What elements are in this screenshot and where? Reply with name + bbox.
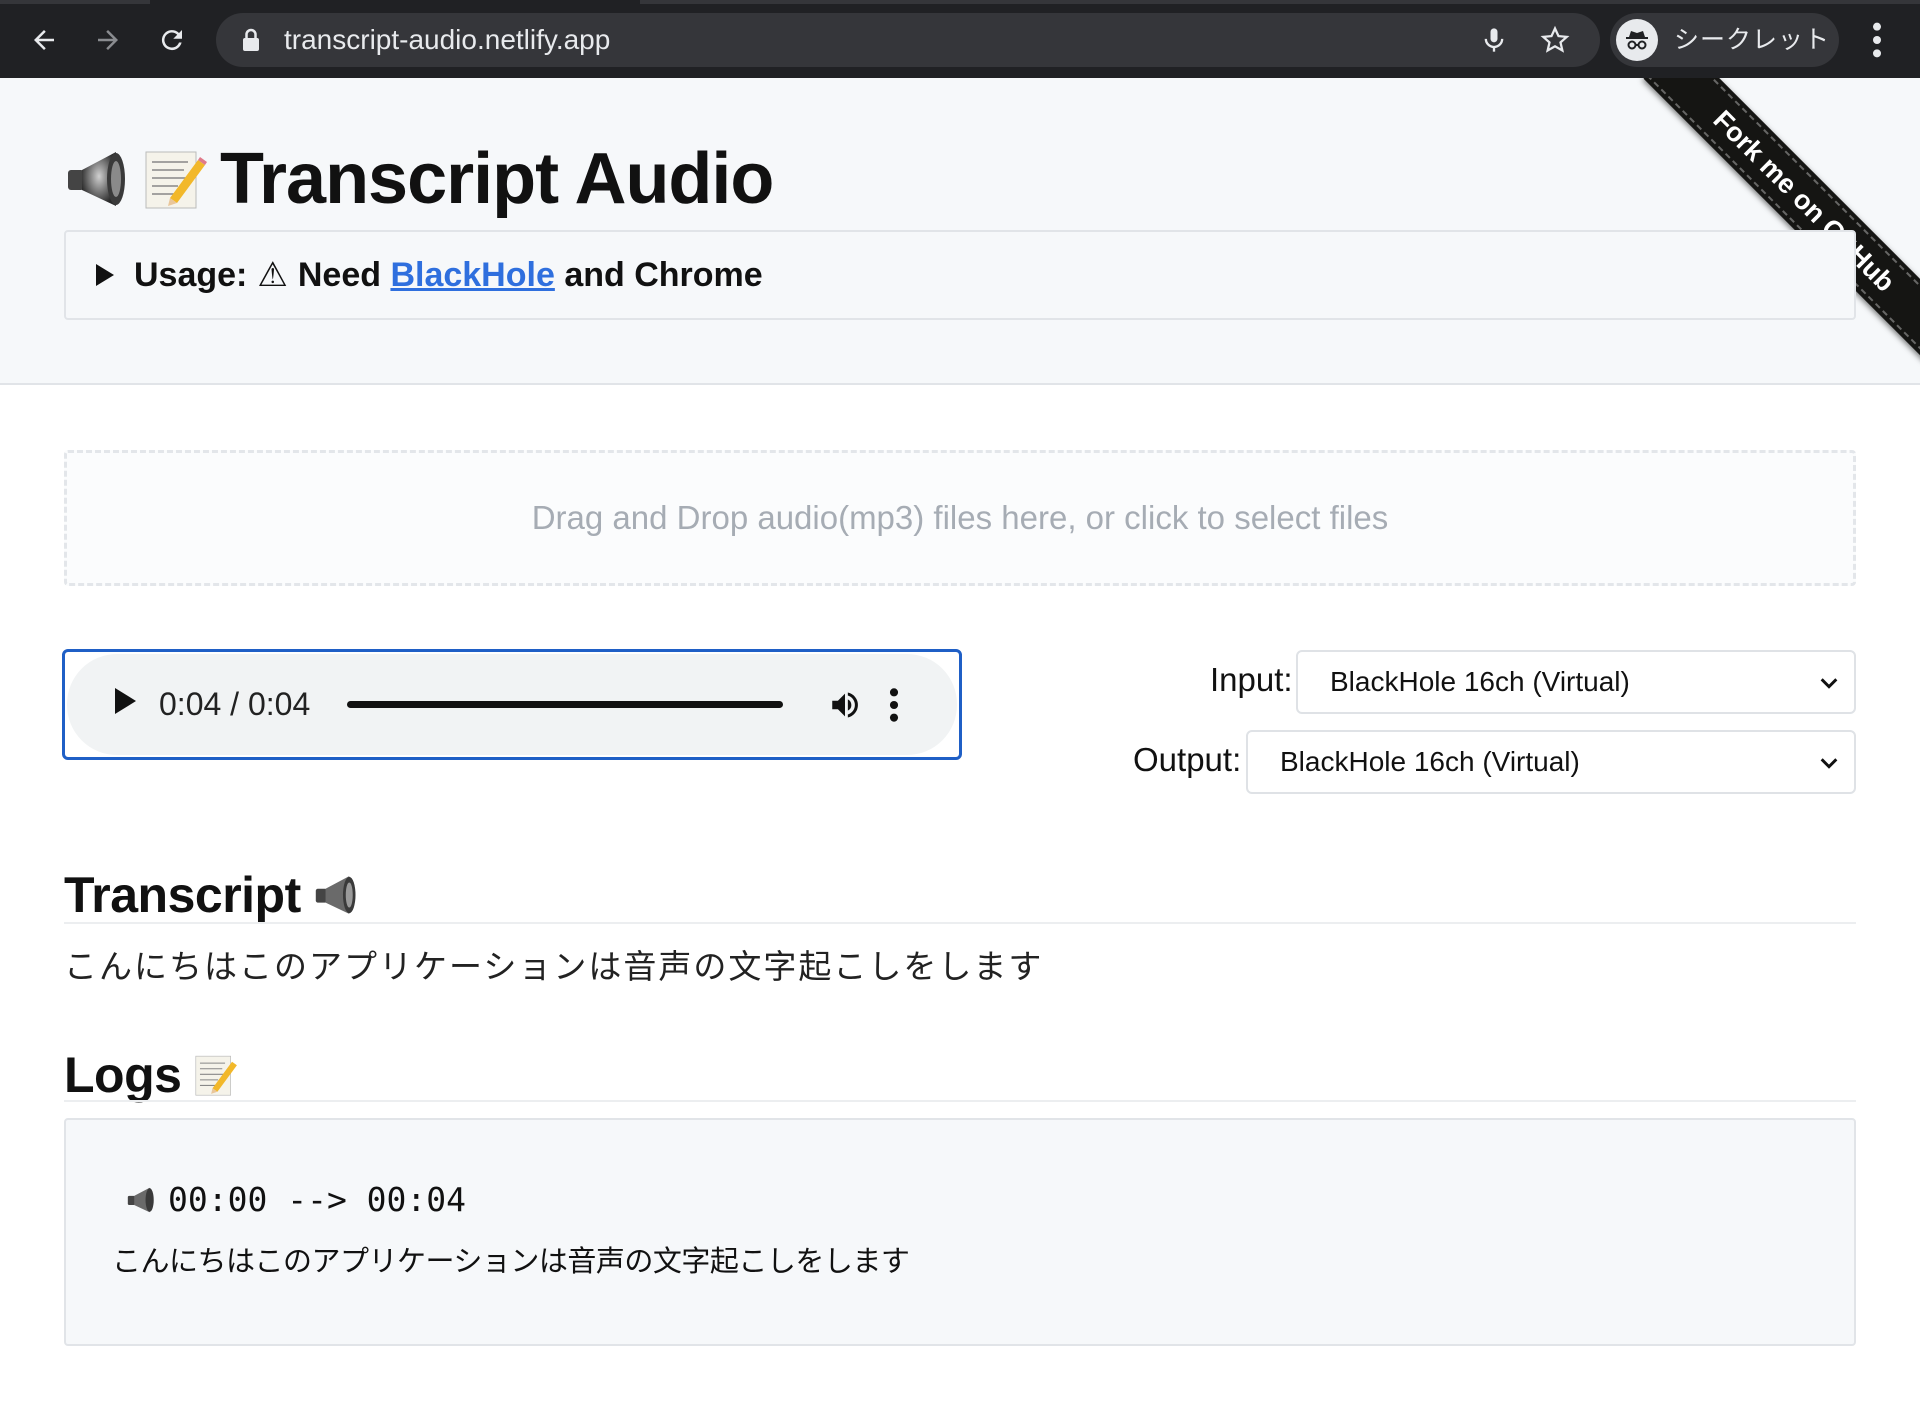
speaker-icon [127, 1187, 154, 1212]
star-icon[interactable] [1540, 25, 1570, 55]
back-button[interactable] [22, 18, 66, 62]
usage-need: Need [297, 255, 381, 294]
page-title-text: Transcript Audio [220, 139, 774, 219]
lock-icon [243, 28, 259, 51]
log-entry-time: 00:00 --> 00:04 [168, 1180, 467, 1219]
warning-icon: ⚠ [257, 256, 288, 294]
input-device-value: BlackHole 16ch (Virtual) [1330, 666, 1630, 697]
input-label: Input: [1210, 661, 1293, 698]
chevron-down-icon [1820, 678, 1838, 689]
dropzone-text: Drag and Drop audio(mp3) files here, or … [531, 499, 1389, 536]
usage-suffix: and Chrome [564, 255, 763, 294]
forward-arrow-icon [98, 30, 118, 50]
input-device-select[interactable]: BlackHole 16ch (Virtual) [1296, 650, 1856, 714]
speaker-icon [315, 876, 356, 914]
output-label: Output: [1133, 741, 1242, 778]
usage-details[interactable]: Usage: ⚠ Need BlackHole and Chrome [64, 230, 1856, 320]
output-device-select[interactable]: BlackHole 16ch (Virtual) [1246, 730, 1856, 794]
logs-heading: Logs [64, 1042, 239, 1108]
page-title: Transcript Audio [64, 134, 774, 224]
incognito-label: シークレット [1674, 25, 1831, 54]
forward-button[interactable] [86, 18, 130, 62]
browser-toolbar: transcript-audio.netlify.app シークレット [0, 0, 1920, 78]
file-dropzone[interactable]: Drag and Drop audio(mp3) files here, or … [64, 450, 1856, 586]
logs-panel: 00:00 --> 00:04 こんにちはこのアプリケーションは音声の文字起こし… [64, 1118, 1856, 1346]
transcript-heading: Transcript [64, 862, 359, 928]
memo-icon [145, 151, 207, 209]
reload-icon [161, 30, 182, 51]
blackhole-link[interactable]: BlackHole [390, 256, 554, 295]
incognito-icon [1616, 19, 1658, 61]
player-time: 0:04 / 0:04 [159, 686, 311, 722]
tab-strip [640, 0, 1920, 4]
logs-heading-text: Logs [64, 1047, 182, 1103]
url-text: transcript-audio.netlify.app [284, 24, 611, 55]
progress-bar[interactable] [347, 701, 783, 708]
more-vert-icon[interactable] [1862, 20, 1892, 60]
play-icon[interactable] [115, 688, 136, 714]
transcript-text: こんにちはこのアプリケーションは音声の文字起こしをします [64, 947, 1044, 986]
address-bar[interactable]: transcript-audio.netlify.app [216, 13, 1600, 67]
github-ribbon-container: Fork me on GitHub [1630, 78, 1920, 368]
transcript-heading-text: Transcript [64, 867, 301, 923]
reload-button[interactable] [150, 18, 194, 62]
output-device-value: BlackHole 16ch (Virtual) [1280, 746, 1580, 777]
volume-icon[interactable] [827, 688, 863, 722]
mic-icon[interactable] [1480, 26, 1508, 54]
audio-controls: 0:04 / 0:04 [67, 654, 957, 755]
memo-icon [195, 1055, 238, 1096]
more-vert-icon[interactable] [887, 686, 901, 724]
log-entry-text: こんにちはこのアプリケーションは音声の文字起こしをします [112, 1244, 910, 1278]
speaker-icon [68, 152, 125, 206]
divider [64, 922, 1856, 924]
disclosure-triangle-icon[interactable] [96, 264, 114, 286]
audio-player[interactable]: 0:04 / 0:04 [62, 649, 962, 760]
chevron-down-icon [1820, 758, 1838, 769]
usage-prefix: Usage: [134, 255, 248, 294]
back-arrow-icon [34, 30, 54, 50]
divider [64, 1100, 1856, 1102]
log-entry-time-row: 00:00 --> 00:04 [126, 1180, 466, 1219]
incognito-chip[interactable]: シークレット [1610, 13, 1839, 67]
tab-strip [0, 0, 150, 4]
